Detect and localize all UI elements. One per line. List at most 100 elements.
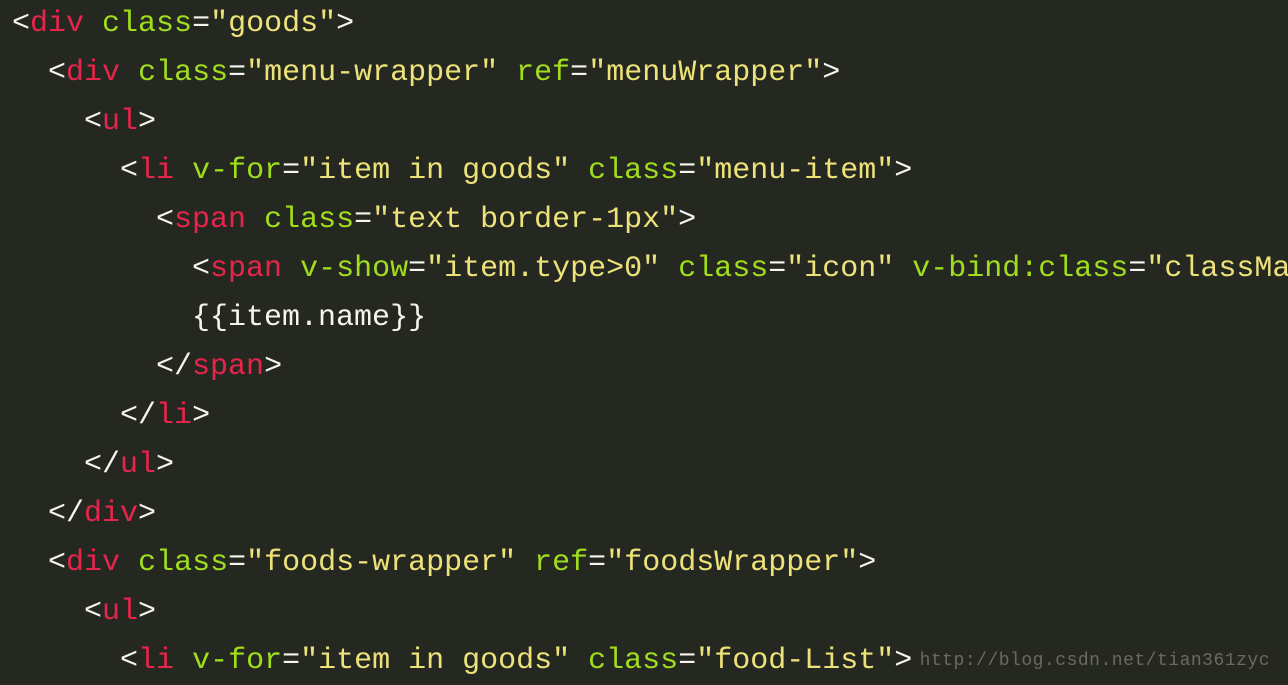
- token-str: "item.type>0": [426, 252, 660, 286]
- token-str: "menuWrapper": [588, 56, 822, 90]
- token-punc: <: [12, 7, 30, 41]
- code-line: <span class="text border-1px">: [12, 196, 1276, 245]
- token-punc: =: [588, 546, 606, 580]
- token-punc: <: [84, 105, 102, 139]
- token-str: "goods": [210, 7, 336, 41]
- token-punc: =: [228, 56, 246, 90]
- token-punc: [570, 644, 588, 678]
- token-str: "menu-item": [696, 154, 894, 188]
- code-line: </span>: [12, 343, 1276, 392]
- token-tag: ul: [102, 595, 138, 629]
- token-tag: li: [156, 399, 192, 433]
- token-punc: >: [822, 56, 840, 90]
- token-punc: >: [138, 595, 156, 629]
- token-punc: [498, 56, 516, 90]
- token-str: "item in goods": [300, 154, 570, 188]
- token-punc: =: [768, 252, 786, 286]
- code-line: </ul>: [12, 441, 1276, 490]
- token-punc: =: [282, 154, 300, 188]
- token-punc: [516, 546, 534, 580]
- code-line: <ul>: [12, 588, 1276, 637]
- token-punc: <: [156, 203, 174, 237]
- token-punc: >: [156, 448, 174, 482]
- token-punc: </: [156, 350, 192, 384]
- token-punc: </: [84, 448, 120, 482]
- token-punc: [120, 546, 138, 580]
- code-line: <ul>: [12, 98, 1276, 147]
- token-attr: class: [678, 252, 768, 286]
- token-punc: <: [48, 546, 66, 580]
- token-punc: =: [282, 644, 300, 678]
- token-attr: class: [102, 7, 192, 41]
- token-tag: span: [210, 252, 282, 286]
- token-punc: <: [192, 252, 210, 286]
- token-punc: >: [894, 154, 912, 188]
- token-tag: li: [138, 154, 174, 188]
- token-punc: >: [336, 7, 354, 41]
- code-block: <div class="goods"> <div class="menu-wra…: [0, 0, 1288, 685]
- token-punc: =: [354, 203, 372, 237]
- token-tag: div: [66, 56, 120, 90]
- token-punc: >: [264, 350, 282, 384]
- token-punc: =: [228, 546, 246, 580]
- token-str: "menu-wrapper": [246, 56, 498, 90]
- token-str: "foods-wrapper": [246, 546, 516, 580]
- code-line: {{item.name}}: [12, 294, 1276, 343]
- token-punc: [174, 644, 192, 678]
- token-punc: =: [678, 644, 696, 678]
- token-punc: >: [858, 546, 876, 580]
- token-punc: [660, 252, 678, 286]
- token-attr: ref: [516, 56, 570, 90]
- token-attr: class: [264, 203, 354, 237]
- token-str: "text border-1px": [372, 203, 678, 237]
- token-txt: {{item.name}}: [192, 301, 426, 335]
- token-punc: <: [120, 644, 138, 678]
- token-punc: </: [120, 399, 156, 433]
- token-punc: </: [48, 497, 84, 531]
- token-attr: v-for: [192, 644, 282, 678]
- token-punc: >: [894, 644, 912, 678]
- token-punc: =: [678, 154, 696, 188]
- token-punc: [84, 7, 102, 41]
- code-line: <div class="menu-wrapper" ref="menuWrapp…: [12, 49, 1276, 98]
- token-punc: =: [570, 56, 588, 90]
- token-punc: >: [138, 497, 156, 531]
- token-punc: =: [192, 7, 210, 41]
- token-punc: >: [192, 399, 210, 433]
- token-punc: [282, 252, 300, 286]
- token-punc: >: [678, 203, 696, 237]
- token-str: "icon": [786, 252, 894, 286]
- token-tag: li: [138, 644, 174, 678]
- token-attr: class: [138, 546, 228, 580]
- token-attr: class: [138, 56, 228, 90]
- token-tag: div: [84, 497, 138, 531]
- token-str: "food-List": [696, 644, 894, 678]
- token-punc: [570, 154, 588, 188]
- token-punc: <: [84, 595, 102, 629]
- token-str: "foodsWrapper": [606, 546, 858, 580]
- token-punc: <: [48, 56, 66, 90]
- token-tag: div: [66, 546, 120, 580]
- token-str: "classMa: [1146, 252, 1288, 286]
- watermark: http://blog.csdn.net/tian361zyc: [920, 651, 1270, 671]
- code-line: <div class="goods">: [12, 0, 1276, 49]
- token-punc: [894, 252, 912, 286]
- token-tag: div: [30, 7, 84, 41]
- token-attr: v-show: [300, 252, 408, 286]
- token-tag: span: [192, 350, 264, 384]
- token-attr: class: [588, 154, 678, 188]
- token-punc: >: [138, 105, 156, 139]
- token-attr: class: [588, 644, 678, 678]
- token-tag: ul: [120, 448, 156, 482]
- code-line: <span v-show="item.type>0" class="icon" …: [12, 245, 1276, 294]
- token-str: "item in goods": [300, 644, 570, 678]
- token-punc: [246, 203, 264, 237]
- token-attr: v-bind:class: [912, 252, 1128, 286]
- token-punc: =: [408, 252, 426, 286]
- code-line: </div>: [12, 490, 1276, 539]
- code-line: <div class="foods-wrapper" ref="foodsWra…: [12, 539, 1276, 588]
- token-tag: span: [174, 203, 246, 237]
- token-punc: [174, 154, 192, 188]
- code-line: </li>: [12, 392, 1276, 441]
- token-tag: ul: [102, 105, 138, 139]
